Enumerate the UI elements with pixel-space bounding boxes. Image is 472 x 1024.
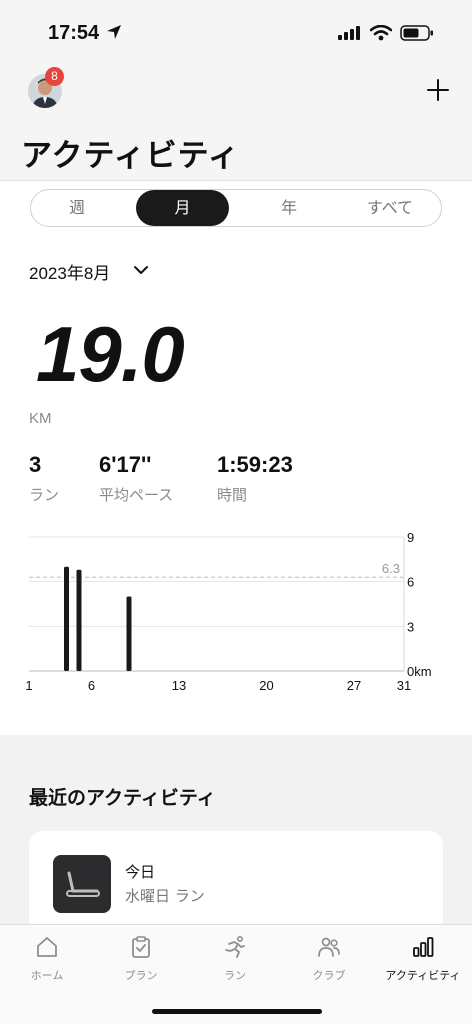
wifi-icon xyxy=(370,25,392,41)
segment-week[interactable]: 週 xyxy=(31,190,123,226)
tab-activity[interactable]: アクティビティ xyxy=(376,925,470,995)
tab-home[interactable]: ホーム xyxy=(0,925,94,995)
tab-label: ラン xyxy=(224,969,246,982)
runs-count: 3 xyxy=(29,452,42,477)
avg-pace-value: 6'17'' xyxy=(99,452,152,477)
duration-value: 1:59:23 xyxy=(217,452,293,477)
x-tick-label: 6 xyxy=(88,678,95,693)
chart-bar xyxy=(76,569,82,671)
segment-all[interactable]: すべて xyxy=(337,190,443,226)
x-tick-label: 27 xyxy=(347,678,361,693)
location-arrow-icon xyxy=(107,25,121,39)
tab-label: プラン xyxy=(124,969,158,982)
recent-activity-section: 最近のアクティビティ 今日 水曜日 ラン xyxy=(0,735,472,941)
chart-bar xyxy=(126,596,132,671)
status-bar: 17:54 xyxy=(0,0,472,60)
battery-icon xyxy=(400,25,433,41)
total-distance: 19.0 xyxy=(36,310,185,398)
segment-month[interactable]: 月 xyxy=(136,190,229,226)
people-icon xyxy=(318,937,340,957)
treadmill-icon xyxy=(53,855,111,913)
home-indicator xyxy=(152,1009,322,1014)
monthly-distance-chart: 9 6 3 0km 6.3 1 6 13 20 27 31 xyxy=(25,530,432,693)
avg-pace-label: 平均ペース xyxy=(99,486,174,504)
y-tick-label: 6 xyxy=(407,575,414,590)
y-tick-label: 0km xyxy=(407,664,432,679)
cellular-signal-icon xyxy=(338,26,360,40)
y-tick-label: 3 xyxy=(407,619,414,634)
notification-badge: 8 xyxy=(45,67,64,86)
duration-label: 時間 xyxy=(217,486,248,504)
activity-subtitle: 水曜日 ラン xyxy=(125,887,205,905)
month-selector[interactable]: 2023年8月 xyxy=(29,259,110,284)
page-title: アクティビティ xyxy=(21,138,240,174)
runner-icon xyxy=(225,935,245,958)
tab-label: クラブ xyxy=(312,969,346,982)
chart-bar xyxy=(64,566,69,671)
tab-club[interactable]: クラブ xyxy=(282,925,376,995)
tab-label: アクティビティ xyxy=(385,969,461,982)
recent-activity-title: 最近のアクティビティ xyxy=(29,787,216,809)
clipboard-icon xyxy=(132,936,150,958)
x-tick-label: 31 xyxy=(397,678,411,693)
tab-label: ホーム xyxy=(30,969,64,982)
tab-plan[interactable]: プラン xyxy=(94,925,188,995)
runs-label: ラン xyxy=(29,486,60,504)
activity-date: 今日 xyxy=(125,863,156,881)
chevron-down-icon[interactable] xyxy=(133,265,149,275)
bar-chart-icon xyxy=(413,937,434,957)
main-content: 週 月 年 すべて 2023年8月 19.0 KM 3 ラン 6'17'' 平均… xyxy=(0,181,472,735)
header: 8 アクティビティ xyxy=(0,60,472,180)
y-tick-label: 9 xyxy=(407,530,414,545)
tab-run[interactable]: ラン xyxy=(188,925,282,995)
x-tick-label: 13 xyxy=(172,678,186,693)
tab-bar: ホーム プラン ラン クラブ アクティビティ xyxy=(0,924,472,1024)
segment-year[interactable]: 年 xyxy=(241,190,337,226)
status-time: 17:54 xyxy=(48,22,100,44)
period-segmented-control: 週 月 年 すべて xyxy=(30,189,442,227)
x-tick-label: 20 xyxy=(259,678,273,693)
home-icon xyxy=(37,937,57,957)
distance-unit: KM xyxy=(29,410,52,427)
add-button[interactable] xyxy=(424,76,452,104)
average-label: 6.3 xyxy=(382,561,400,576)
x-tick-label: 1 xyxy=(25,678,32,693)
